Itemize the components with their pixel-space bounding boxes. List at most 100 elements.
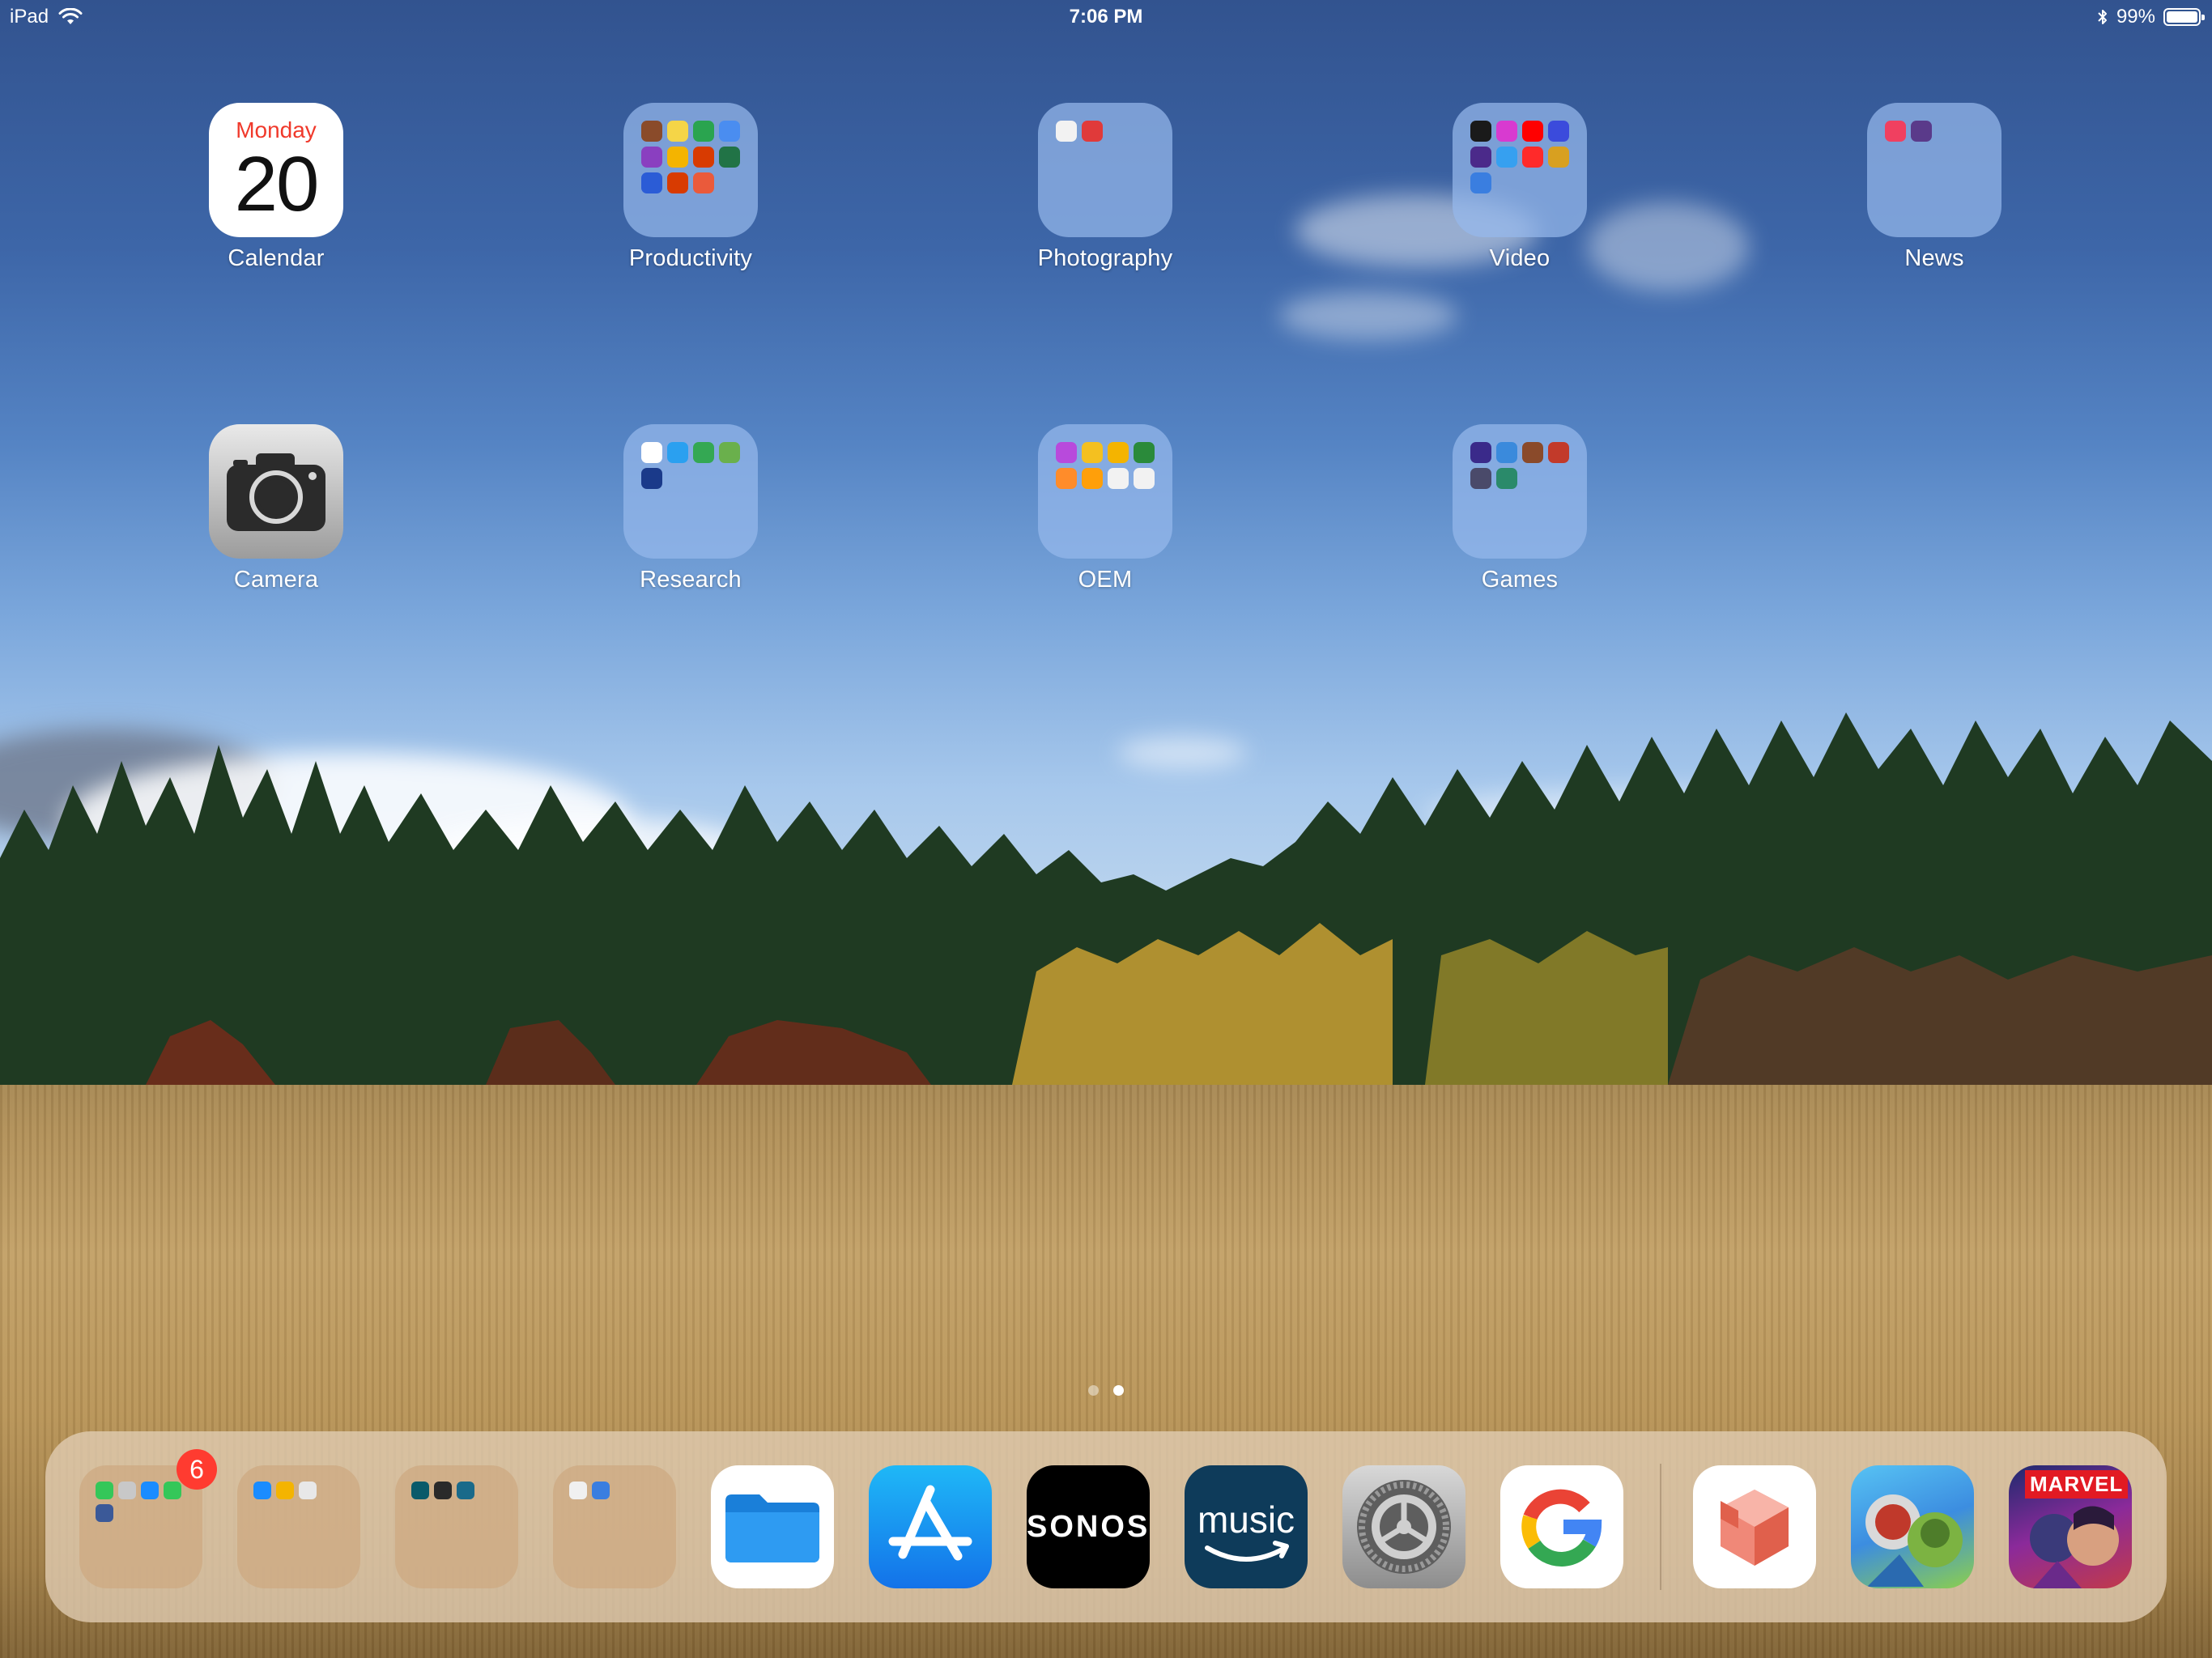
folder-label: Research: [640, 567, 742, 593]
app-google[interactable]: [1500, 1465, 1623, 1588]
folder-app-thumbnail: [1470, 468, 1491, 489]
folder-app-thumbnail: [276, 1482, 294, 1499]
folder-video-icon: [1453, 103, 1587, 237]
folder-app-thumbnail: [1522, 121, 1543, 142]
folder-app-thumbnail: [299, 1482, 317, 1499]
app-settings[interactable]: [1342, 1465, 1465, 1588]
folder-app-thumbnail: [1082, 442, 1103, 463]
app-amazon-music[interactable]: music: [1185, 1465, 1308, 1588]
amazon-smile-icon: [1205, 1541, 1289, 1562]
app-calendar[interactable]: Monday 20 Calendar: [195, 103, 357, 272]
folder-app-thumbnail: [1548, 442, 1569, 463]
folder-app-thumbnail: [164, 1482, 181, 1499]
app-app-store[interactable]: [869, 1465, 992, 1588]
folder-label: News: [1904, 245, 1964, 271]
folder-app-thumbnail: [118, 1482, 136, 1499]
folder-app-thumbnail: [693, 172, 714, 193]
folder-icon: [725, 1494, 819, 1562]
gear-icon: [1357, 1480, 1451, 1574]
folder-games[interactable]: Games: [1439, 424, 1601, 593]
folder-app-thumbnail: [253, 1482, 271, 1499]
folder-app-thumbnail: [1496, 468, 1517, 489]
dock-divider: [1660, 1464, 1661, 1590]
battery-icon: [2163, 8, 2205, 26]
folder-preview-grid: [1885, 121, 1984, 219]
folder-preview-grid: [641, 442, 740, 541]
folder-oem[interactable]: OEM: [1024, 424, 1186, 593]
app-marvel[interactable]: MARVEL: [2009, 1465, 2132, 1588]
folder-app-thumbnail: [1056, 468, 1077, 489]
folder-app-thumbnail: [667, 121, 688, 142]
folder-app-thumbnail: [1470, 442, 1491, 463]
wallpaper-forest: [0, 712, 2212, 1085]
app-label: Camera: [233, 567, 319, 593]
folder-preview-grid: [253, 1482, 344, 1499]
folder-photography[interactable]: Photography: [1024, 103, 1186, 272]
folder-app-thumbnail: [1108, 442, 1129, 463]
folder-productivity-icon: [623, 103, 758, 237]
folder-app-thumbnail: [1056, 121, 1077, 142]
folder-app-thumbnail: [1082, 121, 1103, 142]
google-g-icon: [1521, 1489, 1602, 1567]
folder-preview-grid: [96, 1482, 186, 1522]
page-dot-1[interactable]: [1088, 1385, 1099, 1396]
folder-news-icon: [1867, 103, 2001, 237]
folder-app-thumbnail: [641, 121, 662, 142]
folder-app-thumbnail: [141, 1482, 159, 1499]
folder-app-thumbnail: [1548, 121, 1569, 142]
folder-app-thumbnail: [1082, 468, 1103, 489]
folder-app-thumbnail: [96, 1504, 113, 1522]
app-game-one[interactable]: [1851, 1465, 1974, 1588]
folder-app-thumbnail: [569, 1482, 587, 1499]
folder-app-thumbnail: [641, 442, 662, 463]
folder-app-thumbnail: [1522, 147, 1543, 168]
folder-app-thumbnail: [693, 442, 714, 463]
cube-icon: [1721, 1490, 1789, 1566]
battery-percent: 99%: [2116, 6, 2155, 28]
folder-app-thumbnail: [1911, 121, 1932, 142]
folder-app-thumbnail: [1496, 442, 1517, 463]
folder-games-icon: [1453, 424, 1587, 559]
dock-folder-communication[interactable]: 6: [79, 1449, 217, 1588]
dock: 6 SONOS music MARVEL: [45, 1431, 2167, 1622]
folder-app-thumbnail: [667, 442, 688, 463]
folder-news[interactable]: News: [1853, 103, 2015, 272]
status-time: 7:06 PM: [1069, 6, 1143, 28]
folder-video[interactable]: Video: [1439, 103, 1601, 272]
status-bar: iPad 7:06 PM 99%: [0, 0, 2212, 36]
battery-level: [2167, 11, 2197, 23]
folder-productivity[interactable]: Productivity: [610, 103, 772, 272]
dock-folder-tools[interactable]: [395, 1465, 518, 1588]
folder-app-thumbnail: [1134, 468, 1155, 489]
app-label: Calendar: [228, 245, 325, 271]
folder-app-thumbnail: [1548, 147, 1569, 168]
folder-app-thumbnail: [1108, 468, 1129, 489]
folder-app-thumbnail: [96, 1482, 113, 1499]
folder-preview-grid: [641, 121, 740, 219]
folder-app-thumbnail: [693, 121, 714, 142]
dock-folder-media[interactable]: [553, 1465, 676, 1588]
app-sonos[interactable]: SONOS: [1027, 1465, 1150, 1588]
folder-label: Photography: [1037, 245, 1173, 271]
folder-app-thumbnail: [434, 1482, 452, 1499]
folder-app-thumbnail: [411, 1482, 429, 1499]
app-cube[interactable]: [1693, 1465, 1816, 1588]
folder-app-thumbnail: [719, 121, 740, 142]
folder-app-thumbnail: [1134, 442, 1155, 463]
folder-app-thumbnail: [1470, 172, 1491, 193]
app-files[interactable]: [711, 1465, 834, 1588]
app-store-icon: [888, 1485, 972, 1561]
camera-icon: [209, 424, 343, 559]
folder-app-thumbnail: [667, 147, 688, 168]
page-dot-2[interactable]: [1113, 1385, 1124, 1396]
folder-preview-grid: [1056, 121, 1155, 219]
folder-preview-grid: [569, 1482, 660, 1499]
page-indicator[interactable]: [0, 1385, 2212, 1396]
dock-folder-browsers[interactable]: [237, 1465, 360, 1588]
wallpaper-cloud: [1587, 202, 1749, 291]
bluetooth-icon: [2097, 8, 2108, 26]
folder-app-thumbnail: [693, 147, 714, 168]
app-camera[interactable]: Camera: [195, 424, 357, 593]
folder-app-thumbnail: [1522, 442, 1543, 463]
folder-research[interactable]: Research: [610, 424, 772, 593]
